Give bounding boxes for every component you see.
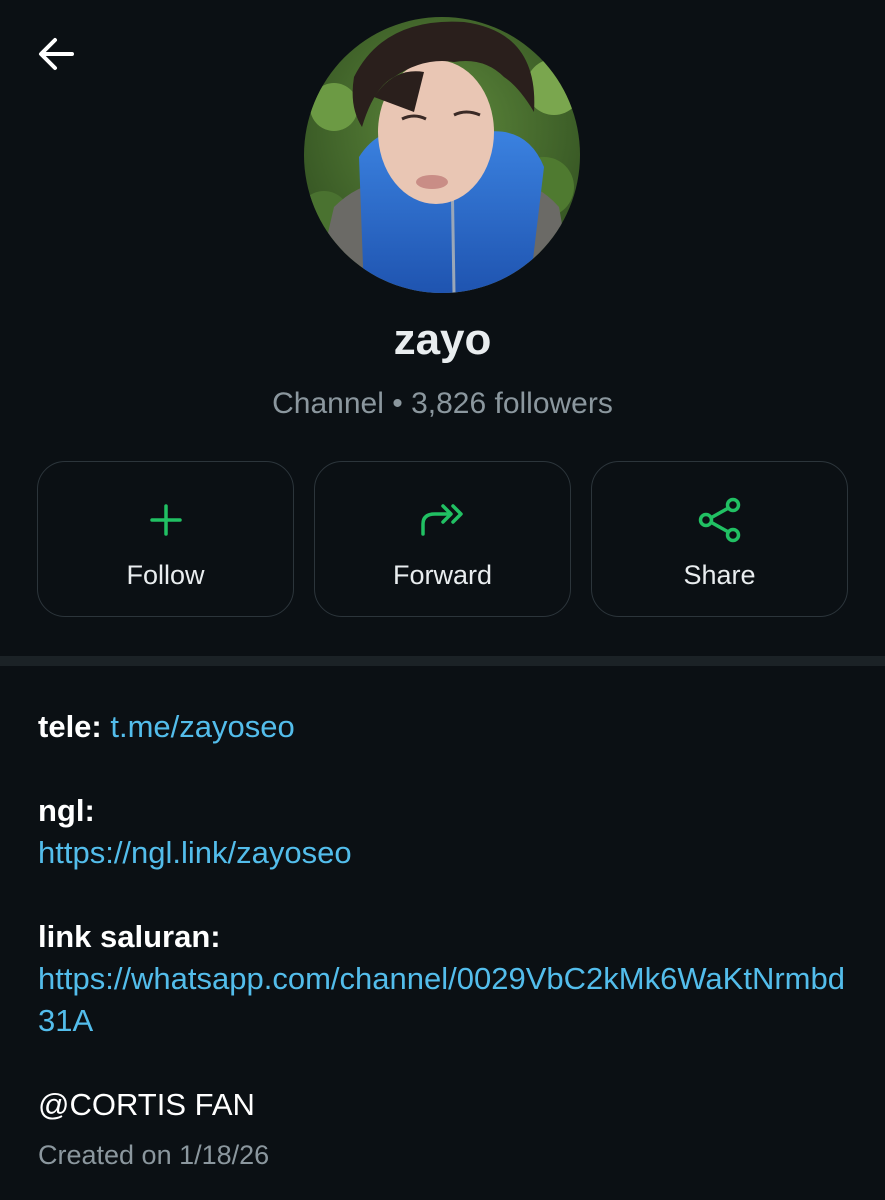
forward-label: Forward xyxy=(392,560,493,590)
channel-name: zayo xyxy=(393,315,492,364)
channel-description: tele: t.me/zayoseo ngl: https://ngl.link… xyxy=(38,706,858,1126)
share-button[interactable]: Share xyxy=(591,461,848,617)
share-label: Share xyxy=(683,560,756,590)
tele-line: tele: t.me/zayoseo xyxy=(38,706,858,748)
avatar-photo xyxy=(304,17,580,293)
ngl-line: ngl: https://ngl.link/zayoseo xyxy=(38,790,858,874)
meta-separator: • xyxy=(392,387,403,420)
ngl-label: ngl: xyxy=(38,793,95,828)
saluran-line: link saluran: https://whatsapp.com/chann… xyxy=(38,916,858,1042)
section-divider xyxy=(0,656,885,666)
follow-button[interactable]: Follow xyxy=(37,461,294,617)
share-icon xyxy=(698,497,740,543)
plus-icon xyxy=(149,504,182,536)
ngl-link[interactable]: https://ngl.link/zayoseo xyxy=(38,835,352,870)
saluran-label: link saluran: xyxy=(38,919,221,954)
action-bar: Follow Forward Share xyxy=(37,461,848,619)
tele-label: tele: xyxy=(38,709,102,744)
channel-type: Channel xyxy=(272,387,384,420)
channel-meta: Channel • 3,826 followers xyxy=(0,382,885,426)
mention-text: @CORTIS FAN xyxy=(38,1087,255,1122)
back-button[interactable] xyxy=(30,30,82,78)
follow-label: Follow xyxy=(126,560,205,590)
saluran-link[interactable]: https://whatsapp.com/channel/0029VbC2kMk… xyxy=(38,961,845,1038)
arrow-left-icon xyxy=(39,38,74,70)
follower-count: 3,826 followers xyxy=(411,387,613,420)
created-date: Created on 1/18/26 xyxy=(38,1140,270,1170)
forward-button[interactable]: Forward xyxy=(314,461,571,617)
forward-icon xyxy=(420,504,463,536)
tele-link[interactable]: t.me/zayoseo xyxy=(110,709,294,744)
channel-avatar[interactable] xyxy=(304,17,580,293)
